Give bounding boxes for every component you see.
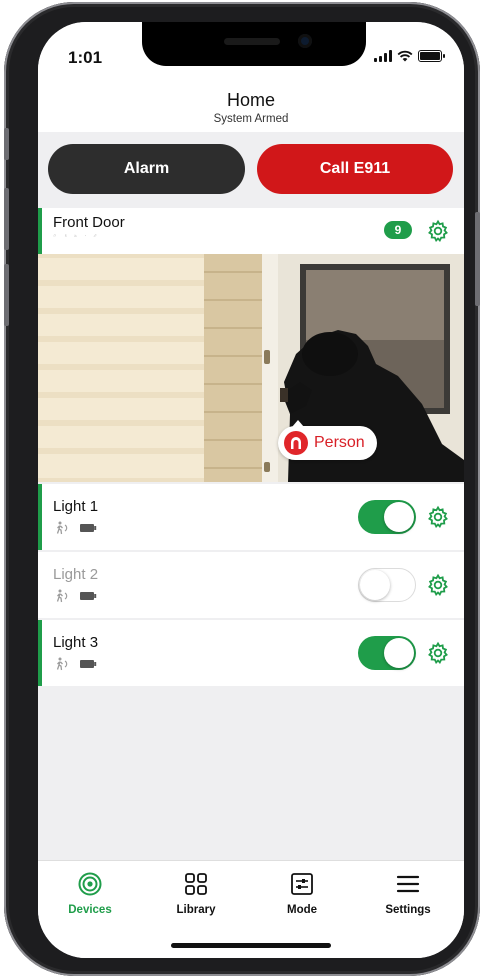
battery-icon: [418, 50, 445, 62]
light-status-icons: [53, 657, 97, 671]
devices-icon: [78, 872, 102, 896]
camera-settings-gear-icon[interactable]: [426, 219, 450, 243]
detection-label: Person: [314, 434, 365, 451]
tab-mode[interactable]: Mode: [262, 871, 342, 916]
camera-feed[interactable]: Person: [38, 254, 464, 482]
light-status-icons: [53, 521, 97, 535]
tab-label: Mode: [286, 904, 318, 916]
volume-up-button: [4, 188, 9, 250]
battery-level-icon: [85, 235, 87, 236]
mode-sliders-icon: [291, 873, 313, 895]
wifi-icon: [397, 50, 413, 62]
light-toggle[interactable]: [358, 568, 416, 602]
battery-icon: [80, 660, 97, 668]
light-row-1[interactable]: Light 1: [38, 484, 464, 550]
cellular-signal-icon: [374, 50, 392, 62]
light-toggle[interactable]: [358, 636, 416, 670]
system-status: System Armed: [213, 113, 289, 125]
status-time: 1:01: [68, 48, 103, 67]
tab-bar: Devices Library Mode Settings: [38, 860, 464, 958]
light-settings-gear-icon[interactable]: [426, 505, 450, 529]
library-grid-icon: [185, 873, 207, 895]
tab-label: Devices: [68, 904, 112, 916]
power-button: [475, 212, 480, 306]
light-settings-gear-icon[interactable]: [426, 641, 450, 665]
motion-icon: [56, 521, 68, 535]
tab-devices[interactable]: Devices: [50, 871, 130, 916]
motion-icon: [56, 657, 68, 671]
light-row-3[interactable]: Light 3: [38, 620, 464, 686]
menu-icon: [396, 875, 420, 893]
page-header: Home System Armed: [38, 78, 464, 132]
camera-name: Front Door: [53, 214, 125, 231]
tab-label: Settings: [385, 904, 431, 916]
action-bar: Alarm Call E911: [38, 134, 464, 206]
light-name: Light 3: [53, 634, 99, 651]
notch: [142, 22, 366, 66]
motion-icon: [56, 589, 68, 603]
screen: 1:01 Home System Armed Alarm Call E911 F…: [38, 22, 464, 958]
camera-feed-image: [38, 254, 464, 482]
motion-icon: [64, 234, 68, 237]
phone-frame: 1:01 Home System Armed Alarm Call E911 F…: [4, 2, 480, 976]
camera-status-icons: [53, 234, 97, 238]
tab-settings[interactable]: Settings: [368, 871, 448, 916]
tab-library[interactable]: Library: [156, 871, 236, 916]
wifi-signal-icon: [74, 234, 78, 237]
status-icons: [374, 50, 445, 62]
light-status-icons: [53, 589, 97, 603]
light-name: Light 2: [53, 566, 99, 583]
light-name: Light 1: [53, 498, 99, 515]
battery-icon: [80, 524, 97, 532]
light-toggle[interactable]: [358, 500, 416, 534]
tab-label: Library: [176, 904, 216, 916]
light-settings-gear-icon[interactable]: [426, 573, 450, 597]
person-detection-tag[interactable]: Person: [278, 420, 377, 460]
hearing-icon: [53, 234, 56, 237]
alarm-button[interactable]: Alarm: [48, 144, 245, 194]
mute-switch: [4, 128, 9, 160]
home-indicator[interactable]: [171, 943, 331, 948]
tag-icon: [93, 234, 97, 238]
light-row-2[interactable]: Light 2: [38, 552, 464, 618]
battery-icon: [80, 592, 97, 600]
volume-down-button: [4, 264, 9, 326]
page-title: Home: [226, 90, 275, 110]
camera-card-header[interactable]: Front Door 9: [38, 208, 464, 254]
person-icon: [284, 431, 308, 455]
event-count-badge[interactable]: 9: [384, 221, 412, 239]
call-e911-button[interactable]: Call E911: [257, 144, 453, 194]
